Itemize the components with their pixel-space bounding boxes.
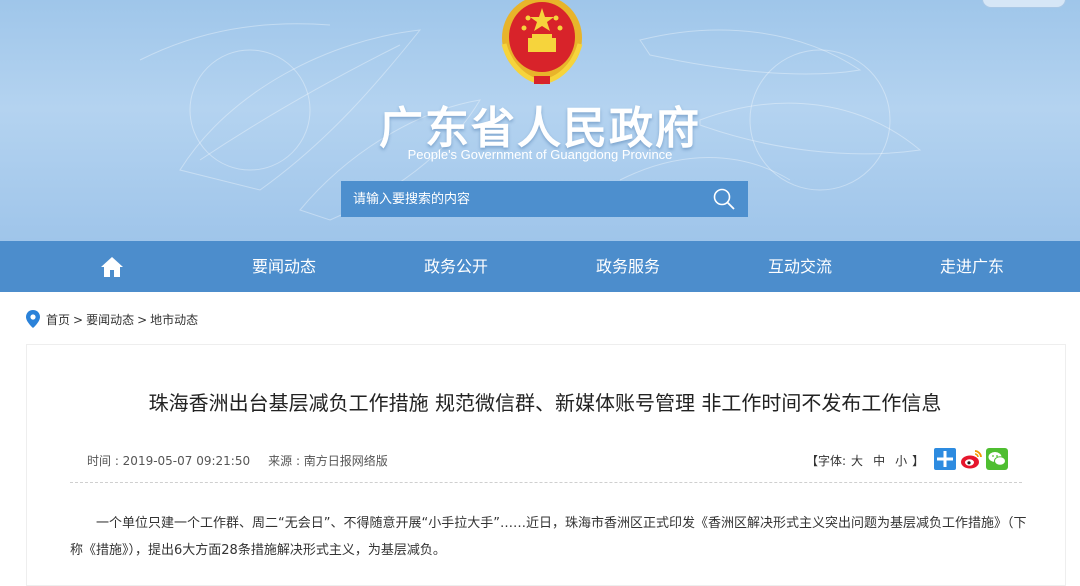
home-icon xyxy=(101,257,123,277)
breadcrumb-city-news[interactable]: 地市动态 xyxy=(150,313,198,327)
site-subtitle: People's Government of Guangdong Provinc… xyxy=(407,147,673,162)
font-size-open: 【字体: xyxy=(806,454,847,468)
national-emblem-icon xyxy=(501,0,583,85)
publish-time: 时间 : 2019-05-07 09:21:50 xyxy=(87,454,251,468)
breadcrumb-separator: > xyxy=(137,313,148,327)
main-nav: 要闻动态 政务公开 政务服务 互动交流 走进广东 xyxy=(0,241,1080,292)
plus-share-icon[interactable] xyxy=(934,448,956,470)
nav-item-news[interactable]: 要闻动态 xyxy=(214,241,354,292)
font-size-switcher: 【字体: 大中小】 xyxy=(806,452,924,469)
nav-home[interactable] xyxy=(42,241,182,292)
article-title: 珠海香洲出台基层减负工作措施 规范微信群、新媒体账号管理 非工作时间不发布工作信… xyxy=(148,391,942,415)
breadcrumb-home[interactable]: 首页 xyxy=(46,313,70,327)
search-bar xyxy=(341,181,748,217)
nav-item-services[interactable]: 政务服务 xyxy=(558,241,698,292)
article-meta: 时间 : 2019-05-07 09:21:50 来源 : 南方日报网络版 xyxy=(87,452,388,469)
font-size-close: 】 xyxy=(912,454,925,468)
breadcrumb-separator: > xyxy=(73,313,84,327)
font-size-medium[interactable]: 中 xyxy=(868,454,890,468)
wechat-icon[interactable] xyxy=(986,448,1008,470)
article-body: 一个单位只建一个工作群、周二“无会日”、不得随意开展“小手拉大手”……近日，珠海… xyxy=(70,516,1027,558)
font-size-small[interactable]: 小 xyxy=(890,454,912,468)
site-banner: 广东省人民政府 People's Government of Guangdong… xyxy=(0,0,1080,241)
nav-item-about-guangdong[interactable]: 走进广东 xyxy=(902,241,1042,292)
breadcrumb-news[interactable]: 要闻动态 xyxy=(86,313,134,327)
location-pin-icon xyxy=(26,310,40,328)
weibo-icon[interactable] xyxy=(960,448,982,470)
search-icon[interactable] xyxy=(712,187,738,211)
nav-item-government-affairs[interactable]: 政务公开 xyxy=(386,241,526,292)
font-size-large[interactable]: 大 xyxy=(846,454,868,468)
top-right-link[interactable] xyxy=(982,0,1066,8)
search-input[interactable] xyxy=(341,181,701,217)
meta-divider xyxy=(70,482,1022,483)
article-source: 来源 : 南方日报网络版 xyxy=(268,454,388,468)
nav-item-interaction[interactable]: 互动交流 xyxy=(730,241,870,292)
